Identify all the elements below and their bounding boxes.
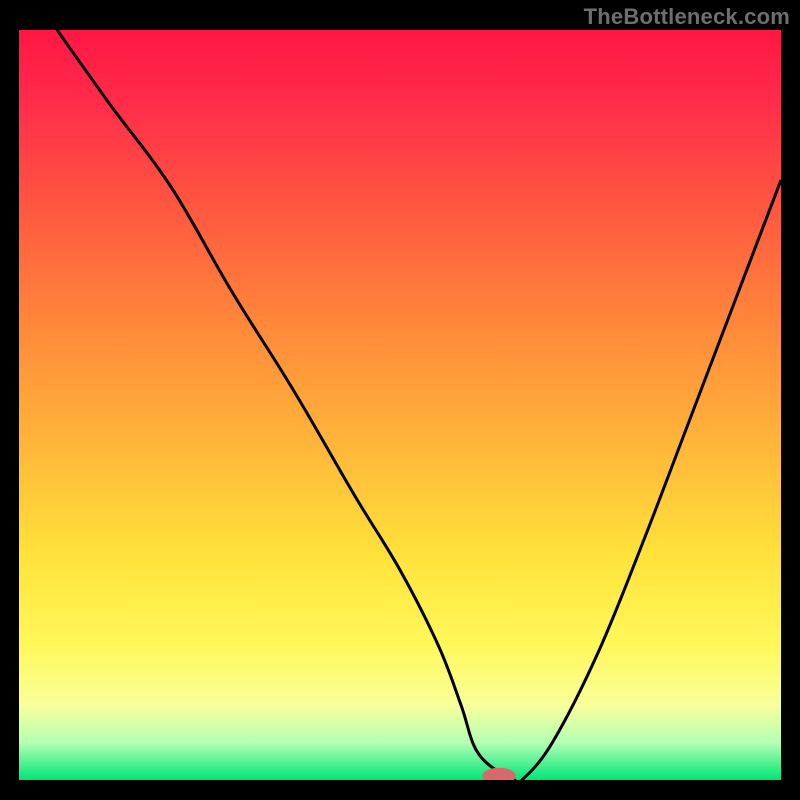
bottleneck-chart [19, 30, 781, 780]
chart-frame: TheBottleneck.com [0, 0, 800, 800]
gradient-background [19, 30, 781, 780]
watermark-text: TheBottleneck.com [584, 4, 790, 30]
plot-area [19, 30, 781, 780]
